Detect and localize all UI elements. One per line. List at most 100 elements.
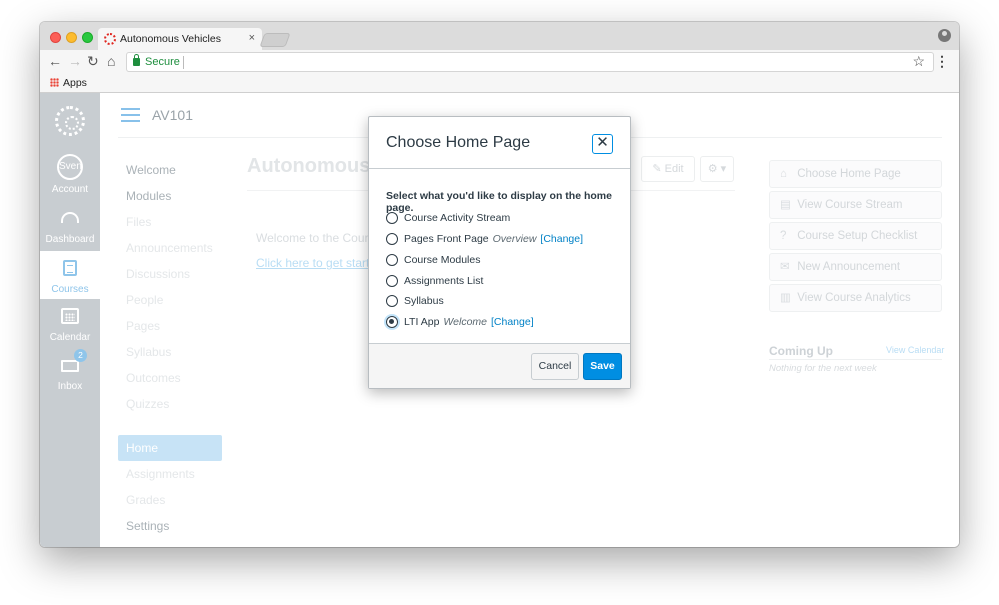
courses-icon	[63, 260, 77, 276]
button-label: New Announcement	[797, 261, 901, 273]
inbox-icon	[61, 360, 79, 372]
coming-up-heading: Coming Up	[769, 344, 833, 358]
back-icon[interactable]: ←	[48, 53, 62, 69]
course-nav-announcements[interactable]: Announcements	[118, 235, 222, 261]
address-bar[interactable]: Secure	[126, 52, 934, 72]
edit-button[interactable]: ✎ Edit	[641, 156, 695, 182]
canvas-logo-icon[interactable]	[55, 106, 85, 136]
view-course-stream-button[interactable]: ▤ View Course Stream	[769, 191, 942, 219]
cancel-button[interactable]: Cancel	[531, 353, 579, 380]
home-icon: ⌂	[780, 168, 787, 180]
course-nav-welcome[interactable]: Welcome	[118, 157, 222, 183]
option-label-wrap: Assignments List	[404, 273, 483, 289]
settings-gear-button[interactable]: ⚙ ▾	[700, 156, 734, 182]
view-course-analytics-button[interactable]: ▥ View Course Analytics	[769, 284, 942, 312]
edit-label: Edit	[664, 163, 684, 175]
tab-close-icon[interactable]: ×	[249, 32, 255, 44]
radio-button[interactable]	[386, 254, 398, 266]
global-nav-inbox[interactable]: 2 Inbox	[40, 348, 100, 396]
minimize-window-button[interactable]	[66, 32, 77, 43]
tab-title: Autonomous Vehicles	[120, 33, 221, 45]
option-label-wrap: Course Modules	[404, 252, 480, 268]
close-window-button[interactable]	[50, 32, 61, 43]
option-label: Assignments List	[404, 275, 484, 287]
new-tab-button[interactable]	[259, 33, 291, 47]
course-nav-people[interactable]: People	[118, 287, 222, 313]
secure-label: Secure	[145, 56, 180, 68]
save-button[interactable]: Save	[583, 353, 622, 380]
option-label: LTI App	[404, 316, 440, 328]
global-nav-account[interactable]: Sven Account	[40, 151, 100, 199]
forward-icon[interactable]: →	[68, 53, 82, 69]
option-label: Pages Front Page	[404, 233, 489, 245]
global-nav-label: Courses	[51, 284, 89, 295]
apps-bookmark[interactable]: Apps	[63, 77, 87, 89]
radio-button-selected[interactable]	[386, 316, 398, 328]
button-label: Choose Home Page	[797, 168, 901, 180]
maximize-window-button[interactable]	[82, 32, 93, 43]
stream-icon: ▤	[780, 199, 791, 211]
bookmarks-bar: Apps	[40, 74, 959, 93]
lock-icon	[133, 54, 140, 66]
course-nav-home[interactable]: Home	[118, 435, 222, 461]
hamburger-menu-icon[interactable]	[121, 108, 140, 122]
course-nav-settings[interactable]: Settings	[118, 513, 222, 539]
radio-button[interactable]	[386, 275, 398, 287]
course-title: Autonomous	[247, 155, 371, 177]
apps-grid-icon[interactable]	[50, 78, 59, 87]
browser-menu-icon[interactable]: ⋮	[935, 53, 949, 70]
course-setup-checklist-button[interactable]: ? Course Setup Checklist	[769, 222, 942, 250]
close-icon[interactable]: ✕	[592, 134, 613, 154]
course-nav-syllabus[interactable]: Syllabus	[118, 339, 222, 365]
option-label-wrap: LTI App Welcome [Change]	[404, 314, 534, 330]
option-label: Course Activity Stream	[404, 212, 511, 224]
change-link[interactable]: [Change]	[540, 233, 583, 245]
choose-home-page-button[interactable]: ⌂ Choose Home Page	[769, 160, 942, 188]
bookmark-star-icon[interactable]: ☆	[912, 53, 925, 70]
view-calendar-link[interactable]: View Calendar	[886, 345, 944, 355]
course-nav-pages[interactable]: Pages	[118, 313, 222, 339]
global-nav-label: Inbox	[57, 381, 83, 392]
unread-badge: 2	[74, 349, 87, 362]
dialog-header-divider	[369, 168, 630, 169]
radio-button[interactable]	[386, 233, 398, 245]
dashboard-icon	[61, 212, 79, 223]
calendar-icon	[61, 308, 79, 324]
course-nav-assignments[interactable]: Assignments	[118, 461, 222, 487]
button-label: View Course Stream	[797, 199, 903, 211]
reload-icon[interactable]: ↻	[87, 53, 99, 69]
course-nav-outcomes[interactable]: Outcomes	[118, 365, 222, 391]
choose-home-page-dialog: Choose Home Page ✕ Select what you'd lik…	[368, 116, 631, 389]
global-nav: Sven Account Dashboard Courses Calendar …	[40, 93, 100, 547]
global-nav-label: Calendar	[49, 332, 91, 343]
get-started-link[interactable]: Click here to get starte	[256, 256, 376, 270]
megaphone-icon: ✉	[780, 261, 790, 273]
home-icon[interactable]: ⌂	[107, 53, 115, 69]
course-nav-grades[interactable]: Grades	[118, 487, 222, 513]
tab-bar: Autonomous Vehicles ×	[40, 22, 959, 50]
analytics-icon: ▥	[780, 292, 791, 304]
new-announcement-button[interactable]: ✉ New Announcement	[769, 253, 942, 281]
option-label: Syllabus	[404, 295, 444, 307]
course-nav-files[interactable]: Files	[118, 209, 222, 235]
course-nav-modules[interactable]: Modules	[118, 183, 222, 209]
breadcrumb[interactable]: AV101	[152, 107, 193, 123]
url-divider	[183, 56, 184, 69]
browser-tab[interactable]: Autonomous Vehicles ×	[98, 28, 262, 50]
change-link[interactable]: [Change]	[491, 316, 534, 328]
profile-icon[interactable]	[938, 29, 951, 42]
radio-button[interactable]	[386, 212, 398, 224]
course-nav-discussions[interactable]: Discussions	[118, 261, 222, 287]
radio-button[interactable]	[386, 295, 398, 307]
option-subtitle: Welcome	[443, 316, 487, 328]
option-label-wrap: Pages Front Page Overview [Change]	[404, 231, 583, 247]
coming-up-divider	[769, 359, 942, 360]
option-label-wrap: Syllabus	[404, 293, 444, 309]
global-nav-calendar[interactable]: Calendar	[40, 299, 100, 347]
question-icon: ?	[780, 230, 787, 242]
option-label: Course Modules	[404, 254, 481, 266]
global-nav-dashboard[interactable]: Dashboard	[40, 201, 100, 249]
course-nav-quizzes[interactable]: Quizzes	[118, 391, 222, 417]
global-nav-courses[interactable]: Courses	[40, 251, 100, 299]
button-label: View Course Analytics	[797, 292, 911, 304]
